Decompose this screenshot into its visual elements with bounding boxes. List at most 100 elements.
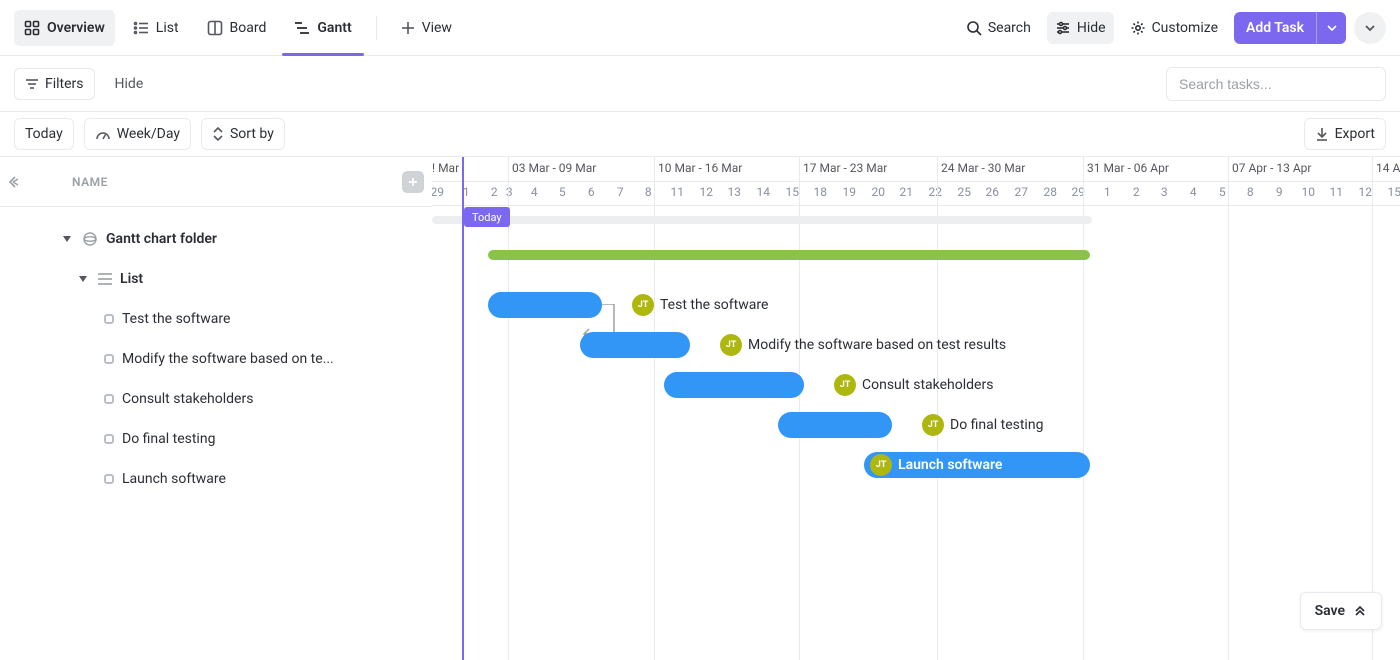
timescale-button[interactable]: Week/Day [84, 118, 191, 150]
hide-toggle-button[interactable]: Hide [105, 68, 154, 100]
export-button[interactable]: Export [1304, 118, 1386, 150]
gantt-toolbar: Today Week/Day Sort by Export [0, 112, 1400, 156]
add-task-button-group: Add Task [1234, 12, 1346, 44]
gantt-summary-bar[interactable] [488, 250, 1090, 260]
task-label: Launch software [122, 471, 226, 487]
day-header-label: 15 [1380, 185, 1400, 199]
tab-add-view[interactable]: View [391, 10, 462, 46]
add-task-button[interactable]: Add Task [1234, 20, 1316, 36]
sort-icon [212, 127, 224, 141]
tab-list[interactable]: List [123, 10, 189, 46]
plus-icon [401, 21, 415, 35]
button-label: Hide [115, 76, 144, 92]
button-label: Search [988, 20, 1031, 36]
assignee-avatar[interactable]: JT [720, 334, 742, 356]
week-header-label: ! Mar [432, 161, 459, 175]
week-header-label: 03 Mar - 09 Mar [512, 161, 596, 175]
download-icon [1315, 127, 1329, 141]
gantt-task-bar[interactable] [664, 372, 804, 398]
gantt-task-label: Do final testing [950, 412, 1043, 438]
gear-icon [1130, 20, 1146, 36]
gantt-task-bar[interactable] [580, 332, 690, 358]
button-label: Save [1315, 603, 1345, 619]
tree-folder-row[interactable]: Gantt chart folder [0, 219, 432, 259]
day-header-label: 3 [1150, 185, 1179, 199]
summary-background [432, 216, 1092, 224]
folder-label: Gantt chart folder [106, 231, 217, 247]
day-header-label: 11 [1322, 185, 1351, 199]
save-button[interactable]: Save [1300, 592, 1382, 630]
status-square-icon [104, 394, 114, 404]
tree-task-row[interactable]: Consult stakeholders [0, 379, 432, 419]
name-column-header: NAME [72, 175, 108, 189]
day-header-label: 2 [1122, 185, 1151, 199]
today-button[interactable]: Today [14, 118, 74, 150]
top-tab-bar: Overview List Board Gantt View [0, 0, 1400, 56]
chevron-down-icon [1364, 22, 1376, 34]
tab-overview[interactable]: Overview [14, 10, 115, 46]
day-header-label: 5 [1208, 185, 1237, 199]
add-task-dropdown[interactable] [1316, 12, 1346, 44]
tab-board[interactable]: Board [197, 10, 277, 46]
search-input[interactable] [1166, 67, 1386, 101]
week-header-label: 17 Mar - 23 Mar [803, 161, 887, 175]
divider [376, 16, 377, 40]
hide-button[interactable]: Hide [1047, 12, 1114, 44]
tab-label: Gantt [317, 20, 351, 36]
status-square-icon [104, 474, 114, 484]
day-header-label: 6 [577, 185, 606, 199]
list-label: List [120, 271, 143, 287]
day-header-label: 20 [864, 185, 893, 199]
gantt-grid [432, 206, 1400, 660]
gantt-week-header: ! Mar 03 Mar - 09 Mar 10 Mar - 16 Mar 17 Ma… [432, 157, 1400, 182]
day-header-label: 14 [749, 185, 778, 199]
task-list-panel: NAME Gantt chart folder List [0, 157, 432, 660]
sort-button[interactable]: Sort by [201, 118, 285, 150]
tree-list-row[interactable]: List [0, 259, 432, 299]
task-label: Test the software [122, 311, 230, 327]
tab-label: Board [230, 20, 267, 36]
gantt-task-label: Modify the software based on test result… [748, 332, 1006, 358]
today-marker: Today [464, 207, 510, 227]
week-gridline [937, 157, 938, 660]
filters-button[interactable]: Filters [14, 68, 95, 100]
status-square-icon [104, 354, 114, 364]
caret-down-icon [60, 235, 74, 243]
assignee-avatar[interactable]: JT [922, 414, 944, 436]
collapse-sidebar-button[interactable] [4, 157, 22, 207]
status-square-icon [104, 314, 114, 324]
task-list-header: NAME [0, 157, 432, 207]
gantt-chart[interactable]: ! Mar 03 Mar - 09 Mar 10 Mar - 16 Mar 17 Ma… [432, 157, 1400, 660]
gantt-task-bar[interactable] [778, 412, 892, 438]
today-label: Today [472, 211, 502, 224]
tree-task-row[interactable]: Modify the software based on te... [0, 339, 432, 379]
button-label: Hide [1077, 20, 1106, 36]
day-header-label: 5 [548, 185, 577, 199]
day-header-label: 22 [921, 185, 950, 199]
board-icon [207, 20, 223, 36]
week-header-label: 10 Mar - 16 Mar [658, 161, 742, 175]
search-button[interactable]: Search [958, 12, 1039, 44]
week-header-label: 24 Mar - 30 Mar [941, 161, 1025, 175]
assignee-avatar[interactable]: JT [632, 294, 654, 316]
day-header-label: 13 [720, 185, 749, 199]
more-button[interactable] [1354, 12, 1386, 44]
button-label: Add Task [1246, 20, 1304, 36]
gantt-icon [294, 20, 310, 36]
add-column-button[interactable] [402, 171, 424, 193]
customize-button[interactable]: Customize [1122, 12, 1226, 44]
day-header-label: 15 [778, 185, 807, 199]
task-label: Modify the software based on te... [122, 351, 334, 367]
assignee-avatar[interactable]: JT [834, 374, 856, 396]
week-gridline [1372, 157, 1373, 660]
tree-task-row[interactable]: Do final testing [0, 419, 432, 459]
tab-gantt[interactable]: Gantt [284, 10, 361, 46]
button-label: Filters [45, 76, 84, 92]
day-header-label: 19 [835, 185, 864, 199]
tab-label: Overview [47, 20, 105, 36]
tree-task-row[interactable]: Test the software [0, 299, 432, 339]
gantt-task-bar[interactable] [488, 292, 602, 318]
task-label: Do final testing [122, 431, 215, 447]
assignee-avatar[interactable]: JT [870, 454, 892, 476]
tree-task-row[interactable]: Launch software [0, 459, 432, 499]
